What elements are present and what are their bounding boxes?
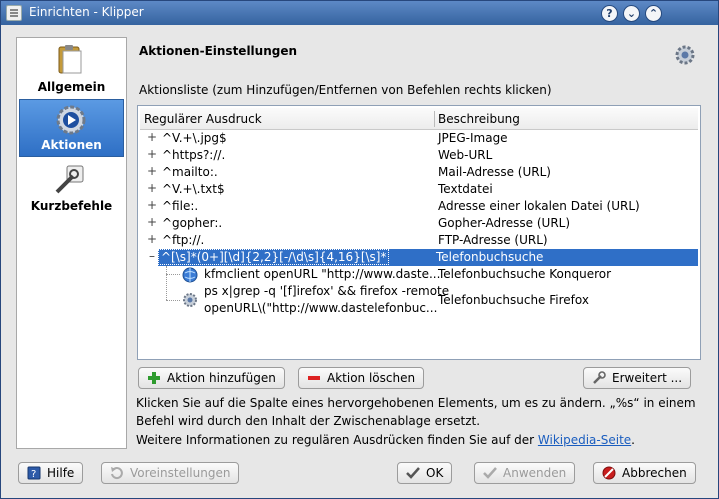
sidebar-item-label: Kurzbefehle xyxy=(30,199,113,213)
defaults-button[interactable]: Voreinstellungen xyxy=(101,462,240,484)
description-cell[interactable]: Textdatei xyxy=(438,182,493,196)
table-row[interactable]: + ^V.+\.jpg$ JPEG-Image xyxy=(140,130,698,147)
description-cell[interactable]: Mail-Adresse (URL) xyxy=(438,165,551,179)
gear-play-icon xyxy=(56,105,86,135)
description-cell[interactable]: JPEG-Image xyxy=(438,131,508,145)
table-row-selected[interactable]: ^[\s]*(0+][\d]{2,2}[-/\d\s]{4,16}[\s]* T… xyxy=(158,249,698,266)
maximize-icon[interactable]: ⌃ xyxy=(645,5,662,22)
command-cell-line1[interactable]: ps x|grep -q '[f]irefox' && firefox -rem… xyxy=(204,284,449,298)
info-text-line1: Klicken Sie auf die Spalte eines hervorg… xyxy=(136,396,696,410)
minimize-icon[interactable]: ⌄ xyxy=(623,5,640,22)
table-row[interactable]: + ^https?://. Web-URL xyxy=(140,147,698,164)
expand-icon[interactable]: + xyxy=(146,198,158,212)
add-action-label: Aktion hinzufügen xyxy=(167,371,276,385)
advanced-label: Erweitert ... xyxy=(612,371,683,385)
collapse-icon[interactable]: – xyxy=(146,249,158,263)
column-header-regex[interactable]: Regulärer Ausdruck xyxy=(144,112,262,126)
cancel-label: Abbrechen xyxy=(622,466,687,480)
regex-cell[interactable]: ^gopher:. xyxy=(162,216,222,230)
expand-icon[interactable]: + xyxy=(146,130,158,144)
help-button[interactable]: ? Hilfe xyxy=(18,462,84,484)
regex-cell[interactable]: ^V.+\.txt$ xyxy=(162,182,225,196)
table-row[interactable]: + ^mailto:. Mail-Adresse (URL) xyxy=(140,164,698,181)
description-cell[interactable]: Adresse einer lokalen Datei (URL) xyxy=(438,199,640,213)
list-item[interactable]: ps x|grep -q '[f]irefox' && firefox -rem… xyxy=(140,284,698,320)
help-label: Hilfe xyxy=(47,466,75,480)
keyboard-shortcut-icon xyxy=(55,165,84,194)
description-cell[interactable]: Telefonbuchsuche Firefox xyxy=(438,293,589,307)
command-cell[interactable]: kfmclient openURL "http://www.daste... xyxy=(204,267,440,281)
description-cell[interactable]: Telefonbuchsuche Konqueror xyxy=(438,267,611,281)
add-action-button[interactable]: Aktion hinzufügen xyxy=(138,367,285,389)
action-tree[interactable]: Regulärer Ausdruck Beschreibung + ^V.+\.… xyxy=(137,105,701,360)
remove-action-label: Aktion löschen xyxy=(327,371,416,385)
cancel-icon xyxy=(602,466,616,480)
info-text-line3: Weitere Informationen zu regulären Ausdr… xyxy=(136,431,635,449)
info-text-suffix: . xyxy=(631,433,635,447)
table-row[interactable]: + ^V.+\.txt$ Textdatei xyxy=(140,181,698,198)
checkmark-icon xyxy=(483,467,497,479)
regex-cell[interactable]: ^mailto:. xyxy=(162,165,218,179)
description-cell[interactable]: Gopher-Adresse (URL) xyxy=(438,216,570,230)
table-row[interactable]: + ^ftp://. FTP-Adresse (URL) xyxy=(140,232,698,249)
konqueror-globe-icon xyxy=(182,267,198,283)
sidebar-item-allgemein[interactable]: Allgemein xyxy=(19,40,124,98)
apply-label: Anwenden xyxy=(503,466,567,480)
expand-icon[interactable]: + xyxy=(146,164,158,178)
advanced-button[interactable]: Erweitert ... xyxy=(583,367,692,389)
info-text-prefix: Weitere Informationen zu regulären Ausdr… xyxy=(136,433,538,447)
defaults-label: Voreinstellungen xyxy=(130,466,231,480)
minus-icon xyxy=(308,376,320,380)
sidebar: Allgemein Aktionen Kurzbefehle xyxy=(16,37,127,449)
command-cell-line2[interactable]: openURL\("http://www.dastelefonbuc... xyxy=(204,301,437,315)
remove-action-button[interactable]: Aktion löschen xyxy=(298,367,425,389)
window-title: Einrichten - Klipper xyxy=(29,5,144,19)
gear-icon xyxy=(675,45,695,65)
cancel-button[interactable]: Abbrechen xyxy=(593,462,696,484)
table-row[interactable]: + ^gopher:. Gopher-Adresse (URL) xyxy=(140,215,698,232)
sidebar-item-label: Allgemein xyxy=(37,80,106,94)
title-bar[interactable]: Einrichten - Klipper ? ⌄ ⌃ xyxy=(1,1,718,25)
expand-icon[interactable]: + xyxy=(146,147,158,161)
regex-cell[interactable]: ^ftp://. xyxy=(162,233,204,247)
svg-text:?: ? xyxy=(31,469,36,480)
ok-button[interactable]: OK xyxy=(397,462,453,484)
sidebar-item-label: Aktionen xyxy=(41,138,102,152)
action-list-label: Aktionsliste (zum Hinzufügen/Entfernen v… xyxy=(139,83,552,97)
settings-window: Einrichten - Klipper ? ⌄ ⌃ Allgemein Akt… xyxy=(0,0,719,499)
plus-icon xyxy=(148,372,160,384)
table-row[interactable]: + ^file:. Adresse einer lokalen Datei (U… xyxy=(140,198,698,215)
sidebar-item-kurzbefehle[interactable]: Kurzbefehle xyxy=(19,159,124,217)
description-cell[interactable]: FTP-Adresse (URL) xyxy=(438,233,548,247)
list-item[interactable]: kfmclient openURL "http://www.daste... T… xyxy=(140,266,698,284)
description-cell[interactable]: Web-URL xyxy=(438,148,492,162)
wikipedia-link[interactable]: Wikipedia-Seite xyxy=(538,433,631,447)
help-icon[interactable]: ? xyxy=(601,5,618,22)
column-header-description[interactable]: Beschreibung xyxy=(438,112,520,126)
page-title: Aktionen-Einstellungen xyxy=(139,44,298,58)
info-text-line2: Befehl wird durch den Inhalt der Zwische… xyxy=(136,414,481,428)
regex-cell[interactable]: ^https?://. xyxy=(162,148,225,162)
clipboard-icon xyxy=(58,45,82,74)
sidebar-item-aktionen[interactable]: Aktionen xyxy=(19,99,124,157)
regex-cell[interactable]: ^file:. xyxy=(162,199,198,213)
checkmark-icon xyxy=(406,467,420,479)
description-cell[interactable]: Telefonbuchsuche xyxy=(436,250,543,264)
expand-icon[interactable]: + xyxy=(146,215,158,229)
gear-icon xyxy=(183,293,197,307)
klipper-app-icon xyxy=(6,5,22,21)
help-book-icon: ? xyxy=(27,466,41,480)
regex-cell[interactable]: ^[\s]*(0+][\d]{2,2}[-/\d\s]{4,16}[\s]* xyxy=(158,249,390,265)
reset-icon xyxy=(111,467,123,480)
tree-header: Regulärer Ausdruck Beschreibung xyxy=(140,108,698,130)
column-separator[interactable] xyxy=(434,111,435,127)
expand-icon[interactable]: + xyxy=(146,181,158,195)
wrench-icon xyxy=(593,371,606,384)
expand-icon[interactable]: + xyxy=(146,232,158,246)
apply-button[interactable]: Anwenden xyxy=(474,462,576,484)
regex-cell[interactable]: ^V.+\.jpg$ xyxy=(162,131,227,145)
ok-label: OK xyxy=(426,466,444,480)
